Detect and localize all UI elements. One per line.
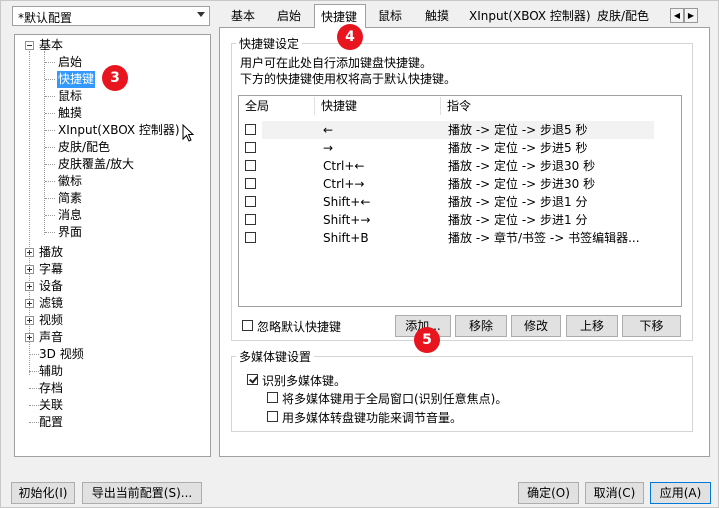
global-checkbox[interactable] (245, 214, 256, 225)
move-down-button[interactable]: 下移 (622, 315, 681, 337)
column-header-command[interactable]: 指令 (447, 96, 471, 116)
global-checkbox[interactable] (245, 142, 256, 153)
tree-connector (29, 51, 30, 375)
global-checkbox[interactable] (245, 124, 256, 135)
expand-icon[interactable] (25, 316, 34, 325)
export-config-button[interactable]: 导出当前配置(S)... (82, 482, 202, 504)
global-checkbox[interactable] (245, 160, 256, 171)
wheel-volume-box[interactable] (267, 411, 278, 422)
initialize-button[interactable]: 初始化(I) (11, 482, 75, 504)
column-separator (314, 97, 315, 115)
expand-icon[interactable] (25, 299, 34, 308)
global-window-box[interactable] (267, 392, 278, 403)
table-row[interactable]: Ctrl+← 播放 -> 定位 -> 步退30 秒 (240, 157, 660, 175)
column-header-hotkey[interactable]: 快捷键 (321, 96, 357, 116)
apply-button[interactable]: 应用(A) (650, 482, 711, 504)
media-key-group-title: 多媒体键设置 (236, 348, 315, 365)
global-checkbox[interactable] (245, 196, 256, 207)
global-checkbox[interactable] (245, 232, 256, 243)
expand-icon[interactable] (25, 248, 34, 257)
expand-icon[interactable] (25, 265, 34, 274)
edit-button[interactable]: 修改 (511, 315, 561, 337)
move-up-button[interactable]: 上移 (566, 315, 618, 337)
ignore-default-checkbox-box[interactable] (242, 320, 253, 331)
tab-basic[interactable]: 基本 (231, 6, 255, 26)
column-separator (440, 97, 441, 115)
settings-tree[interactable]: 基本 启始 快捷键 鼠标 触摸 XInput(XBOX 控制器) 皮肤/配色 皮… (14, 34, 211, 457)
tab-scroll-right-button[interactable]: ▶ (684, 8, 698, 23)
expand-icon[interactable] (25, 333, 34, 342)
table-row[interactable]: Shift+→ 播放 -> 定位 -> 步进1 分 (240, 211, 660, 229)
table-row[interactable]: ← 播放 -> 定位 -> 步退5 秒 (240, 121, 660, 139)
mouse-cursor-icon (182, 124, 194, 142)
hotkey-group-title: 快捷键设定 (236, 35, 303, 52)
tab-hotkeys[interactable]: 快捷键 (314, 4, 366, 28)
cancel-button[interactable]: 取消(C) (585, 482, 644, 504)
profile-value: *默认配置 (18, 11, 73, 25)
ok-button[interactable]: 确定(O) (518, 482, 579, 504)
table-row[interactable]: → 播放 -> 定位 -> 步进5 秒 (240, 139, 660, 157)
tab-skin-color[interactable]: 皮肤/配色 (597, 6, 649, 26)
table-row[interactable]: Ctrl+→ 播放 -> 定位 -> 步进30 秒 (240, 175, 660, 193)
chevron-down-icon (197, 12, 205, 17)
table-row[interactable]: Shift+B 播放 -> 章节/书签 -> 书签编辑器... (240, 229, 660, 247)
hotkey-desc-1: 用户可在此处自行添加键盘快捷键。 (240, 56, 433, 70)
ignore-default-label: 忽略默认快捷键 (257, 320, 342, 334)
profile-dropdown[interactable]: *默认配置 (12, 6, 210, 26)
collapse-icon[interactable] (25, 41, 34, 50)
tab-mouse[interactable]: 鼠标 (378, 6, 402, 26)
recognize-media-keys-box[interactable] (247, 374, 258, 385)
expand-icon[interactable] (25, 282, 34, 291)
column-header-global[interactable]: 全局 (245, 96, 269, 116)
tab-touch[interactable]: 触摸 (425, 6, 449, 26)
annotation-badge-5: 5 (414, 327, 440, 353)
global-checkbox[interactable] (245, 178, 256, 189)
tab-xinput[interactable]: XInput(XBOX 控制器) (469, 6, 591, 26)
remove-button[interactable]: 移除 (455, 315, 507, 337)
annotation-badge-3: 3 (102, 65, 128, 91)
annotation-badge-4: 4 (337, 24, 363, 50)
hotkey-desc-2: 下方的快捷键使用权将高于默认快捷键。 (240, 72, 457, 86)
tab-scroll-left-button[interactable]: ◀ (670, 8, 684, 23)
table-row[interactable]: Shift+← 播放 -> 定位 -> 步退1 分 (240, 193, 660, 211)
tab-startup[interactable]: 启始 (277, 6, 301, 26)
